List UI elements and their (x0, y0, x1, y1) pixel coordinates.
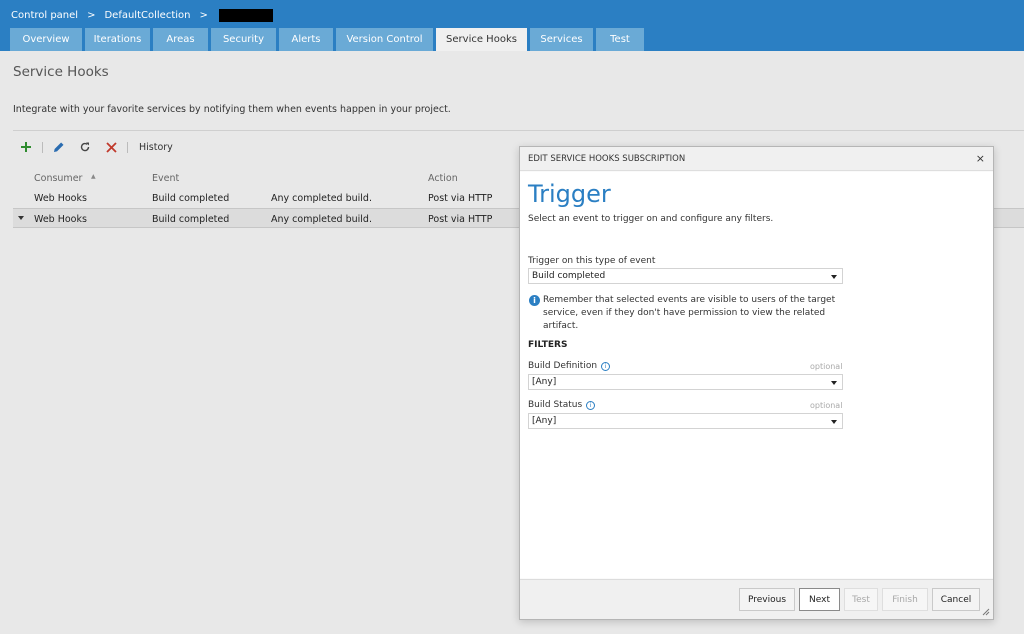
divider (13, 130, 1024, 131)
build-status-select[interactable]: [Any] (528, 413, 843, 429)
page-description: Integrate with your favorite services by… (13, 104, 451, 115)
build-status-optional: optional (810, 401, 843, 410)
tab-services[interactable]: Services (530, 28, 593, 51)
tab-overview[interactable]: Overview (10, 28, 82, 51)
cell-consumer: Web Hooks (34, 193, 87, 204)
cell-description: Any completed build. (271, 214, 372, 225)
previous-button[interactable]: Previous (739, 588, 795, 611)
info-icon: i (529, 295, 540, 306)
pencil-icon (54, 142, 64, 152)
tab-security[interactable]: Security (211, 28, 276, 51)
plus-icon (21, 142, 31, 152)
breadcrumb-default-collection[interactable]: DefaultCollection (104, 10, 190, 21)
cell-description: Any completed build. (271, 193, 372, 204)
edit-subscription-button[interactable] (46, 137, 72, 157)
tab-alerts[interactable]: Alerts (279, 28, 333, 51)
build-status-label: Build Status i (528, 400, 596, 410)
dialog-subheading: Select an event to trigger on and config… (528, 214, 774, 224)
build-definition-optional: optional (810, 362, 843, 371)
resize-grip-icon[interactable] (982, 608, 990, 616)
filters-title: FILTERS (528, 340, 568, 350)
dialog-title: EDIT SERVICE HOOKS SUBSCRIPTION (528, 154, 686, 164)
toolbar: History (13, 137, 173, 157)
page-title: Service Hooks (13, 64, 109, 80)
build-definition-label: Build Definition i (528, 361, 611, 371)
refresh-icon (80, 142, 90, 152)
finish-button[interactable]: Finish (882, 588, 928, 611)
build-status-label-text: Build Status (528, 400, 583, 410)
dialog-body: Trigger Select an event to trigger on an… (520, 172, 993, 578)
build-definition-select[interactable]: [Any] (528, 374, 843, 390)
cancel-button[interactable]: Cancel (932, 588, 980, 611)
close-icon[interactable]: × (976, 152, 985, 165)
top-bar: Control panel > DefaultCollection > Over… (0, 0, 1024, 51)
info-icon[interactable]: i (586, 400, 596, 410)
add-subscription-button[interactable] (13, 137, 39, 157)
refresh-button[interactable] (72, 137, 98, 157)
build-status-value: [Any] (532, 416, 557, 426)
dialog-footer: Previous Next Test Finish Cancel (520, 579, 993, 619)
column-header-event[interactable]: Event (152, 173, 179, 184)
breadcrumb-project-redacted[interactable] (218, 8, 273, 22)
delete-x-icon (105, 141, 117, 153)
cell-action: Post via HTTP (428, 214, 493, 225)
toolbar-separator (127, 141, 128, 153)
chevron-down-icon (831, 420, 837, 424)
breadcrumb-control-panel[interactable]: Control panel (11, 10, 78, 21)
chevron-down-icon (831, 381, 837, 385)
edit-subscription-dialog: EDIT SERVICE HOOKS SUBSCRIPTION × Trigge… (519, 146, 994, 620)
row-expand-icon[interactable] (18, 216, 24, 220)
chevron-down-icon (831, 275, 837, 279)
toolbar-separator (42, 141, 43, 153)
next-button[interactable]: Next (799, 588, 840, 611)
breadcrumb: Control panel > DefaultCollection > (11, 8, 273, 22)
visibility-notice-text: Remember that selected events are visibl… (543, 295, 836, 331)
tab-service-hooks[interactable]: Service Hooks (436, 28, 527, 51)
tab-iterations[interactable]: Iterations (85, 28, 150, 51)
column-header-consumer[interactable]: Consumer (34, 173, 82, 184)
event-type-value: Build completed (532, 271, 606, 281)
cell-event: Build completed (152, 193, 230, 204)
column-header-action[interactable]: Action (428, 173, 458, 184)
tab-strip: Overview Iterations Areas Security Alert… (10, 28, 647, 51)
breadcrumb-separator: > (199, 9, 208, 21)
cell-action: Post via HTTP (428, 193, 493, 204)
delete-subscription-button[interactable] (98, 137, 124, 157)
cell-event: Build completed (152, 214, 230, 225)
sort-ascending-icon: ▲ (91, 173, 96, 180)
build-definition-label-text: Build Definition (528, 361, 598, 371)
tab-version-control[interactable]: Version Control (336, 28, 433, 51)
dialog-header[interactable]: EDIT SERVICE HOOKS SUBSCRIPTION × (520, 147, 993, 171)
build-definition-value: [Any] (532, 377, 557, 387)
test-button[interactable]: Test (844, 588, 878, 611)
history-button[interactable]: History (139, 142, 173, 153)
tab-test[interactable]: Test (596, 28, 644, 51)
info-icon[interactable]: i (601, 361, 611, 371)
event-type-label-text: Trigger on this type of event (528, 256, 656, 266)
event-type-select[interactable]: Build completed (528, 268, 843, 284)
tab-areas[interactable]: Areas (153, 28, 208, 51)
breadcrumb-separator: > (87, 9, 96, 21)
event-type-label: Trigger on this type of event (528, 256, 655, 266)
cell-consumer: Web Hooks (34, 214, 87, 225)
dialog-heading: Trigger (528, 180, 611, 208)
